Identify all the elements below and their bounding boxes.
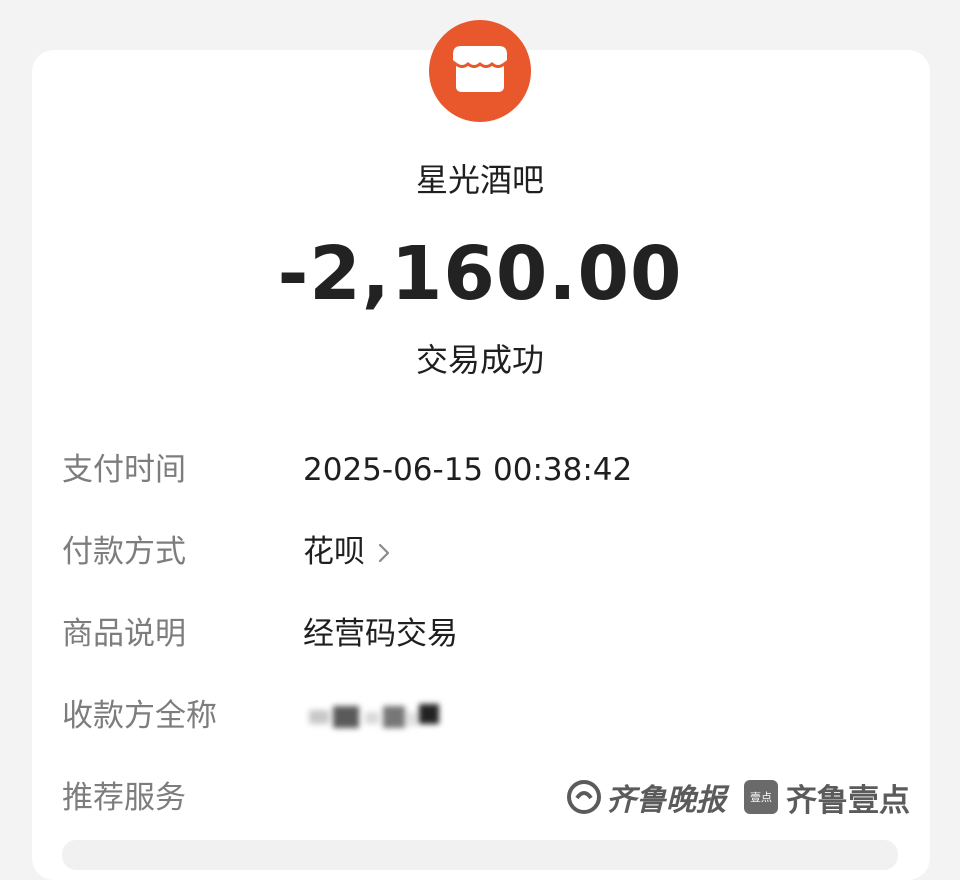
payee-full-name-redacted (303, 700, 448, 734)
product-description-value: 经营码交易 (303, 616, 458, 652)
newspaper-logo-icon (567, 780, 601, 814)
product-description-label: 商品说明 (62, 616, 186, 652)
payment-method-label: 付款方式 (62, 534, 186, 570)
recommended-services-label: 推荐服务 (62, 780, 186, 816)
watermark-brand-name: 齐鲁壹点 (786, 782, 910, 819)
shop-icon (429, 20, 531, 122)
payment-time-value: 2025-06-15 00:38:42 (303, 452, 633, 488)
bottom-section-edge (62, 840, 898, 870)
transaction-status: 交易成功 (415, 341, 544, 379)
watermark: 齐鲁晚报 壹点 齐鲁壹点 (566, 772, 910, 822)
merchant-name: 星光酒吧 (415, 161, 544, 199)
payment-time-label: 支付时间 (62, 452, 186, 488)
watermark-newspaper-name: 齐鲁晚报 (606, 783, 726, 818)
payment-method-value: 花呗 (303, 534, 365, 570)
chevron-right-icon (377, 532, 391, 576)
payment-method-link[interactable]: 花呗 (303, 530, 391, 576)
payee-full-name-label: 收款方全称 (62, 698, 217, 734)
brand-logo-icon: 壹点 (744, 780, 778, 814)
transaction-amount: -2,160.00 (277, 231, 683, 317)
